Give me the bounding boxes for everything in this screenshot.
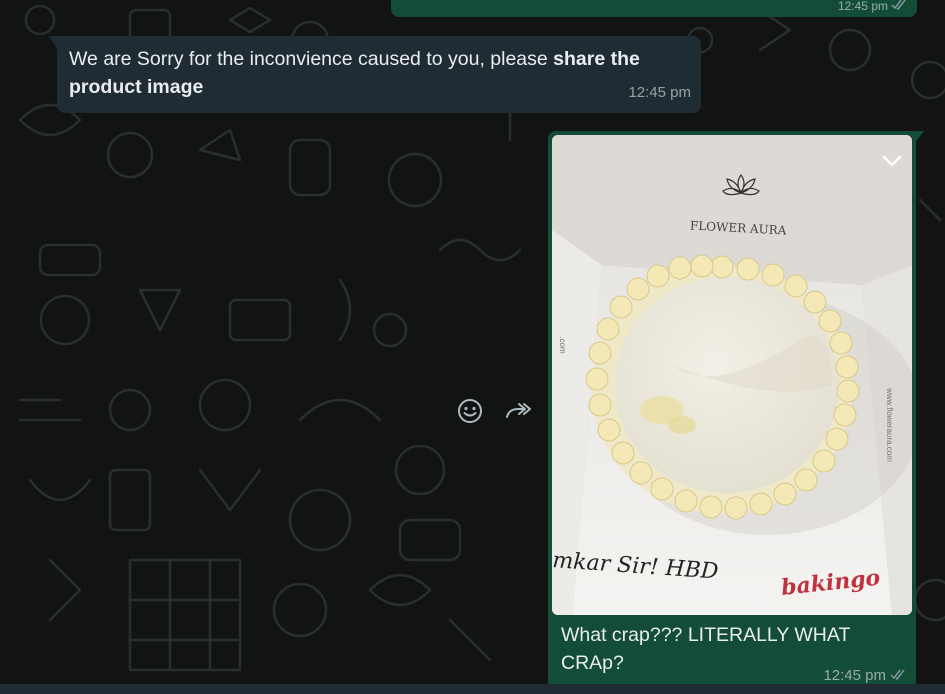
double-check-icon [891,0,907,13]
message-photo[interactable]: FLOWER AURA www.floweraura.com .com mkar… [552,135,912,615]
message-time: 12:45 pm [837,0,888,13]
chevron-down-icon[interactable] [880,149,904,173]
smiley-icon[interactable] [456,397,484,425]
forward-icon[interactable] [504,397,532,425]
outgoing-image-message[interactable]: FLOWER AURA www.floweraura.com .com mkar… [548,131,924,694]
svg-text:.com: .com [558,336,567,354]
bubble-tail [49,36,57,49]
message-time: 12:45 pm [628,84,691,101]
message-text: We are Sorry for the inconvience caused … [69,45,689,101]
message-meta: 12:45 pm [838,0,907,13]
bubble-tail [914,131,924,144]
incoming-message-bubble[interactable]: We are Sorry for the inconvience caused … [49,36,701,113]
message-hover-actions [456,397,532,425]
composer-bar-edge [0,684,945,694]
message-time: 12:45 pm [823,667,886,684]
box-url-text: www.floweraura.com [885,387,894,462]
double-check-icon [890,667,906,684]
message-meta: 12:45 pm [823,667,906,684]
outgoing-message-bubble[interactable]: 12:45 pm [391,0,917,17]
message-text-regular: We are Sorry for the inconvience caused … [69,48,554,70]
